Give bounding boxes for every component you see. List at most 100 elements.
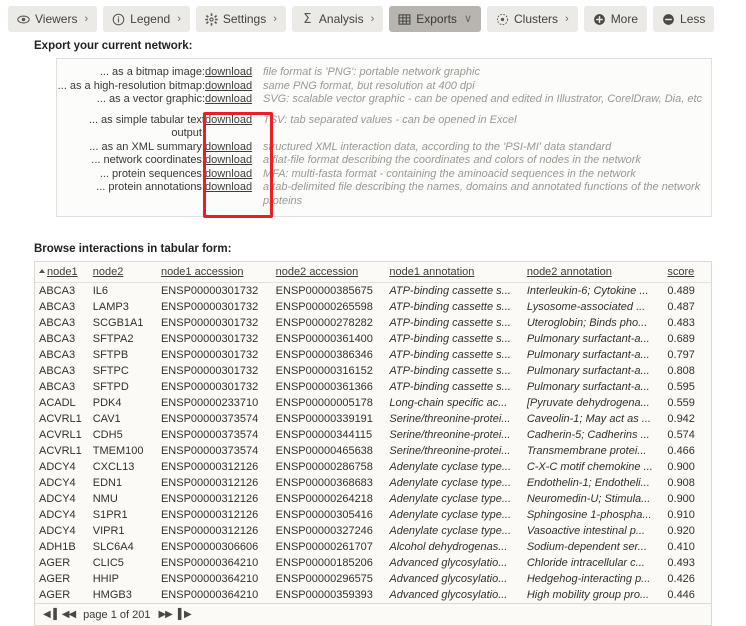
column-header-node1-accession[interactable]: node1 accession xyxy=(156,262,272,283)
cell-node2: SFTPC xyxy=(92,365,129,377)
table-row[interactable]: ACVRL1 CAV1 ENSP00000373574 ENSP00000339191… xyxy=(35,411,711,427)
table-row[interactable]: ABCA3 SFTPA2 ENSP00000301732 ENSP0000036140… xyxy=(35,331,711,347)
table-row[interactable]: ACVRL1 TMEM100 ENSP00000373574 ENSP00000465… xyxy=(35,443,711,459)
toolbar-button-viewers[interactable]: Viewers › xyxy=(8,6,98,32)
export-download-cell: download xyxy=(205,168,263,182)
pager-last-button[interactable]: ▌▶ xyxy=(178,609,192,620)
toolbar-button-exports[interactable]: Exports ∨ xyxy=(389,6,481,32)
cell-node2-accession: ENSP00000316152 xyxy=(275,365,373,377)
download-link[interactable]: download xyxy=(205,93,252,105)
export-options-table: ... as a bitmap image: download file forma… xyxy=(57,66,711,208)
cell-node2-accession: ENSP00000344115 xyxy=(275,429,373,441)
toolbar-button-less[interactable]: Less xyxy=(653,6,715,32)
export-option-row: ... as a vector graphic: download SVG: sca… xyxy=(57,93,711,107)
table-row[interactable]: ABCA3 SCGB1A1 ENSP00000301732 ENSP000002782… xyxy=(35,315,711,331)
export-option-label: ... as an XML summary: xyxy=(89,140,205,153)
cell-node2-annotation: Endothelin-1; Endotheli... xyxy=(526,477,650,489)
table-row[interactable]: AGER CLIC5 ENSP00000364210 ENSP00000185206 A… xyxy=(35,555,711,571)
download-link[interactable]: download xyxy=(205,80,252,92)
download-link[interactable]: download xyxy=(205,141,252,153)
column-header-score[interactable]: score xyxy=(663,262,711,283)
toolbar-button-legend[interactable]: Legend › xyxy=(103,6,190,32)
table-row[interactable]: ACADL PDK4 ENSP00000233710 ENSP00000005178 L… xyxy=(35,395,711,411)
cell-score: 0.466 xyxy=(667,445,695,457)
cell-score: 0.559 xyxy=(667,397,695,409)
chevron-right-icon: › xyxy=(177,12,181,25)
cell-node1: ADH1B xyxy=(39,541,76,553)
export-option-description: a flat-file format describing the coordi… xyxy=(263,154,641,166)
table-row[interactable]: ABCA3 SFTPD ENSP00000301732 ENSP00000361366… xyxy=(35,379,711,395)
pager-first-button[interactable]: ◀▐ xyxy=(43,609,57,620)
cell-node2-annotation: Sphingosine 1-phospha... xyxy=(526,509,652,521)
cell-node2-accession: ENSP00000359393 xyxy=(275,589,373,601)
column-header-label: node2 accession xyxy=(275,266,359,278)
interactions-grid-panel: node1 node2 node1 accession node2 accession… xyxy=(34,261,712,604)
cell-node1: ABCA3 xyxy=(39,381,76,393)
cell-node1-annotation: Adenylate cyclase type... xyxy=(389,525,512,537)
export-option-row: ... as a bitmap image: download file forma… xyxy=(57,66,711,80)
cell-node2-accession: ENSP00000286758 xyxy=(275,461,373,473)
browse-section-title: Browse interactions in tabular form: xyxy=(34,243,232,255)
column-header-node2[interactable]: node2 xyxy=(88,262,157,283)
cell-node1-accession: ENSP00000306606 xyxy=(160,541,259,553)
column-header-node2-annotation[interactable]: node2 annotation xyxy=(522,262,664,283)
table-row[interactable]: ABCA3 LAMP3 ENSP00000301732 ENSP00000265598… xyxy=(35,299,711,315)
cell-node1-accession: ENSP00000301732 xyxy=(160,285,259,297)
cell-node1: AGER xyxy=(39,589,71,601)
table-row[interactable]: ADCY4 CXCL13 ENSP00000312126 ENSP0000028675… xyxy=(35,459,711,475)
download-link[interactable]: download xyxy=(205,168,252,180)
download-link[interactable]: download xyxy=(205,114,252,126)
cell-node2-accession: ENSP00000327246 xyxy=(275,525,373,537)
cell-score: 0.446 xyxy=(667,589,695,601)
column-header-node1-annotation[interactable]: node1 annotation xyxy=(385,262,523,283)
interactions-table: node1 node2 node1 accession node2 accession… xyxy=(35,262,711,603)
table-row[interactable]: AGER HMGB3 ENSP00000364210 ENSP00000359393 A… xyxy=(35,587,711,603)
pager-next-button[interactable]: ▶▶ xyxy=(158,609,172,620)
download-link[interactable]: download xyxy=(205,181,252,193)
cell-score: 0.808 xyxy=(667,365,695,377)
table-row[interactable]: ABCA3 SFTPB ENSP00000301732 ENSP00000386346… xyxy=(35,347,711,363)
table-row[interactable]: ABCA3 IL6 ENSP00000301732 ENSP00000385675 AT… xyxy=(35,283,711,300)
toolbar-button-settings[interactable]: Settings › xyxy=(195,6,286,32)
table-row[interactable]: ADCY4 NMU ENSP00000312126 ENSP00000264218 Ad… xyxy=(35,491,711,507)
spacer-cell xyxy=(57,107,711,114)
cell-node2-accession: ENSP00000368683 xyxy=(275,477,373,489)
export-option-label: ... network coordinates: xyxy=(91,154,205,166)
cell-node2-annotation: Pulmonary surfactant-a... xyxy=(526,381,650,393)
cell-node2: SFTPD xyxy=(92,381,129,393)
cell-node1-accession: ENSP00000312126 xyxy=(160,509,259,521)
table-row[interactable]: ADCY4 S1PR1 ENSP00000312126 ENSP00000305416… xyxy=(35,507,711,523)
cell-node2-accession: ENSP00000385675 xyxy=(275,285,373,297)
cell-node2: CXCL13 xyxy=(92,461,135,473)
cell-node1-accession: ENSP00000301732 xyxy=(160,349,259,361)
cell-node2: HHIP xyxy=(92,573,120,585)
cell-node1-accession: ENSP00000312126 xyxy=(160,493,259,505)
table-row[interactable]: ABCA3 SFTPC ENSP00000301732 ENSP00000316152… xyxy=(35,363,711,379)
cell-score: 0.410 xyxy=(667,541,695,553)
download-link[interactable]: download xyxy=(205,66,252,78)
cell-node1-accession: ENSP00000301732 xyxy=(160,365,259,377)
column-header-node1[interactable]: node1 xyxy=(35,262,89,283)
download-link[interactable]: download xyxy=(205,154,252,166)
table-row[interactable]: ADCY4 VIPR1 ENSP00000312126 ENSP00000327246… xyxy=(35,523,711,539)
cell-node2: LAMP3 xyxy=(92,301,129,313)
table-row[interactable]: ADCY4 EDN1 ENSP00000312126 ENSP00000368683 A… xyxy=(35,475,711,491)
cell-node2-annotation: Caveolin-1; May act as ... xyxy=(526,413,651,425)
toolbar-button-more[interactable]: More xyxy=(583,6,648,32)
cell-node2-accession: ENSP00000264218 xyxy=(275,493,373,505)
export-option-label: ... as simple tabular text output: xyxy=(88,113,205,140)
cell-score: 0.595 xyxy=(667,381,695,393)
pager-prev-button[interactable]: ◀◀ xyxy=(62,609,76,620)
table-row[interactable]: ACVRL1 CDH5 ENSP00000373574 ENSP00000344115… xyxy=(35,427,711,443)
table-row[interactable]: ADH1B SLC6A4 ENSP00000306606 ENSP0000026170… xyxy=(35,539,711,555)
sort-ascending-icon xyxy=(39,269,45,273)
toolbar-button-clusters[interactable]: Clusters › xyxy=(487,6,578,32)
cell-node1: ACADL xyxy=(39,397,76,409)
table-row[interactable]: AGER HHIP ENSP00000364210 ENSP00000296575 Ad… xyxy=(35,571,711,587)
cell-node2-annotation: Vasoactive intestinal p... xyxy=(526,525,646,537)
toolbar-button-analysis[interactable]: Σ Analysis › xyxy=(291,6,384,32)
cell-node2-accession: ENSP00000465638 xyxy=(275,445,373,457)
cell-node2-accession: ENSP00000185206 xyxy=(275,557,373,569)
column-header-node2-accession[interactable]: node2 accession xyxy=(271,262,386,283)
cell-score: 0.920 xyxy=(667,525,695,537)
